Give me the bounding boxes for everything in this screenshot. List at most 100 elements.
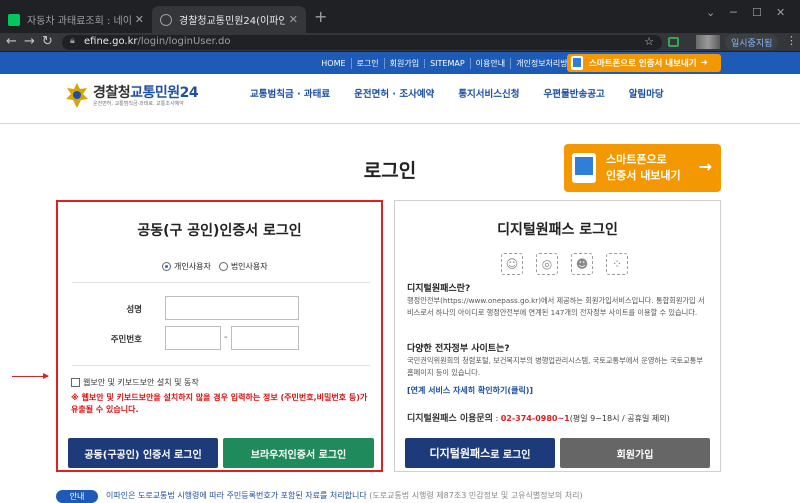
extension-icon[interactable] [668,37,679,47]
menu-license[interactable]: 운전면허 · 조사예약 [354,86,434,100]
reload-icon[interactable]: ↻ [42,34,53,49]
logo-title-accent: 교통민원24 [130,85,199,101]
page-title: 로그인 [363,160,417,182]
forward-arrow-icon[interactable]: → [24,34,35,49]
user-type-radio-group: 개인사용자 법인사용자 [162,261,276,272]
url-domain: efine.go.kr [84,36,138,47]
url-path: /login/loginUser.do [137,36,231,47]
rrn-dash: - [224,332,228,343]
chevron-down-icon[interactable]: ⌄ [706,6,715,19]
divider [72,365,370,366]
close-tab-icon[interactable]: ✕ [289,13,298,26]
export-cert-label: 스마트폰으로 인증서 내보내기 [589,59,697,69]
naver-favicon-icon [8,13,20,26]
website-viewport: HOME 로그인 회원가입 SITEMAP 이용안내 개인정보처리방침 스마트폰… [0,52,800,503]
name-label: 성명 [126,305,142,315]
globe-favicon-icon [160,13,172,26]
name-input[interactable] [165,296,299,320]
radio-corporate[interactable]: 법인사용자 [218,261,268,272]
bookmark-star-icon[interactable]: ☆ [644,35,654,48]
nav-home[interactable]: HOME [316,59,350,68]
rrn-label: 주민번호 [110,335,142,345]
sync-paused-chip[interactable]: 일시중지됨 [725,34,779,50]
inquiry-hours: (평일 9~18시 / 공휴일 제외) [569,414,670,423]
main-menu: 교통범칙금 · 과태료 운전면허 · 조사예약 통지서비스신청 우편물반송공고 … [250,86,688,100]
onepass-a1: 행정안전부(https://www.onepass.go.kr)에서 제공하는 … [407,296,705,317]
radio-personal-label: 개인사용자 [174,262,211,271]
nav-sitemap[interactable]: SITEMAP [424,58,470,68]
browser-tab-bar: 자동차 과태료조회 : 네이버 통합검색 ✕ 경찰청교통민원24(이파인) ✕ … [0,0,800,33]
logo-subtitle: 운전면허, 교통범칙금·과태료, 교통조사예약 [93,101,184,107]
inquiry-label: 디지털원패스 이용문의 [407,414,493,424]
biometric-icons: ☺ ◎ ☻ ⁘ [501,253,641,275]
tab-efine[interactable]: 경찰청교통민원24(이파인) ✕ [152,6,306,33]
arrow-right-icon: ➜ [700,58,708,68]
onepass-login-strong: 디지털원패스 [429,447,491,460]
security-checkbox[interactable]: 웹보안 및 키보드보안 설치 및 동작 [71,377,199,388]
close-tab-icon[interactable]: ✕ [135,13,144,26]
export-cert-banner-button[interactable]: 스마트폰으로 인증서 내보내기 → [564,144,721,192]
red-arrow-annotation [12,373,49,379]
menu-notice[interactable]: 알림마당 [629,86,664,100]
url-input[interactable]: 🔒︎ efine.go.kr/login/loginUser.do ☆ [62,35,662,50]
minimize-button[interactable]: ─ [730,6,737,19]
rrn-back-input[interactable] [231,326,299,350]
banner-line1: 스마트폰으로 [606,153,667,166]
back-arrow-icon[interactable]: ← [6,34,17,49]
tab-title: 경찰청교통민원24(이파인) [179,16,285,27]
radio-personal[interactable]: 개인사용자 [162,261,211,272]
onepass-a2: 국민권익위원회의 청렴포털, 보건복지부의 병행업관리시스템, 국토교통부에서 … [407,356,704,377]
arrow-right-icon: → [698,157,712,176]
security-checkbox-label: 웹보안 및 키보드보안 설치 및 동작 [83,378,199,387]
profile-avatar[interactable] [696,35,720,49]
signup-button[interactable]: 회원가입 [560,438,710,468]
radio-corporate-label: 법인사용자 [230,262,268,271]
nav-signup[interactable]: 회원가입 [383,57,424,69]
export-cert-smartphone-button[interactable]: 스마트폰으로 인증서 내보내기 ➜ [567,54,721,72]
fingerprint-icon: ◎ [536,253,558,275]
banner-line2: 인증서 내보내기 [606,169,681,182]
checkbox-icon [71,378,80,387]
menu-returned-mail[interactable]: 우편물반송공고 [544,86,605,100]
privacy-notice: 안내 이파인은 도로교통법 시행령에 따라 주민등록번호가 포함된 자료를 처리… [56,490,736,503]
more-menu-icon[interactable]: ⋮ [786,34,797,47]
browser-cert-login-button[interactable]: 브라우저인증서 로그인 [223,438,374,468]
menu-fines[interactable]: 교통범칙금 · 과태료 [250,86,330,100]
cert-login-button[interactable]: 공동(구공인) 인증서 로그인 [68,438,218,468]
pattern-icon: ⁘ [606,253,628,275]
onepass-title: 디지털원패스 로그인 [497,222,618,238]
divider [72,282,370,283]
lock-icon: 🔒︎ [70,36,75,46]
rrn-front-input[interactable] [165,326,221,350]
onepass-q1: 디지털원패스란? [407,284,471,294]
face-id-icon: ☻ [571,253,593,275]
close-window-button[interactable]: ✕ [776,6,785,19]
utility-nav: HOME 로그인 회원가입 SITEMAP 이용안내 개인정보처리방침 스마트폰… [0,52,800,74]
police-emblem-icon [66,83,88,108]
nav-guide[interactable]: 이용안내 [469,57,510,69]
inquiry-phone: 02-374-0980~1 [500,414,570,423]
linked-services-link[interactable]: [연계 서비스 자세히 확인하기(클릭)] [407,385,533,396]
notice-text-secondary: (도로교통법 시행령 제87조3 민감정보 및 고유식별정보의 처리) [369,491,583,500]
address-toolbar: ← → ↻ 🔒︎ efine.go.kr/login/loginUser.do … [0,33,800,52]
cert-login-title: 공동(구 공인)인증서 로그인 [137,223,302,239]
cert-login-panel: 공동(구 공인)인증서 로그인 개인사용자 법인사용자 성명 주민번호 - 웹보… [56,200,383,472]
maximize-button[interactable]: ☐ [752,6,762,19]
onepass-login-button[interactable]: 디지털원패스 로 로그인 [405,438,555,468]
menu-notification[interactable]: 통지서비스신청 [458,86,519,100]
onepass-inquiry: 디지털원패스 이용문의 : 02-374-0980~1(평일 9~18시 / 공… [407,414,670,424]
face-scan-icon: ☺ [501,253,523,275]
notice-badge: 안내 [56,490,98,503]
site-header: 경찰청교통민원24 운전면허, 교통범칙금·과태료, 교통조사예약 교통범칙금 … [0,74,800,124]
onepass-login-rest: 로 로그인 [490,449,531,461]
smartphone-icon [572,153,596,183]
new-tab-button[interactable]: + [314,7,327,26]
site-logo[interactable]: 경찰청교통민원24 운전면허, 교통범칙금·과태료, 교통조사예약 [64,80,234,120]
radio-checked-icon [162,262,171,271]
onepass-q2: 다양한 전자정부 사이트는? [407,344,510,354]
nav-login[interactable]: 로그인 [350,57,384,69]
security-warning: ※ 웹보안 및 키보드보안을 설치하지 않을 경우 입력하는 정보 (주민번호,… [71,393,368,414]
digital-onepass-panel: 디지털원패스 로그인 ☺ ◎ ☻ ⁘ 디지털원패스란? 행정안전부(https:… [394,200,721,472]
phone-icon [571,56,583,70]
tab-naver-search[interactable]: 자동차 과태료조회 : 네이버 통합검색 ✕ [0,6,152,33]
